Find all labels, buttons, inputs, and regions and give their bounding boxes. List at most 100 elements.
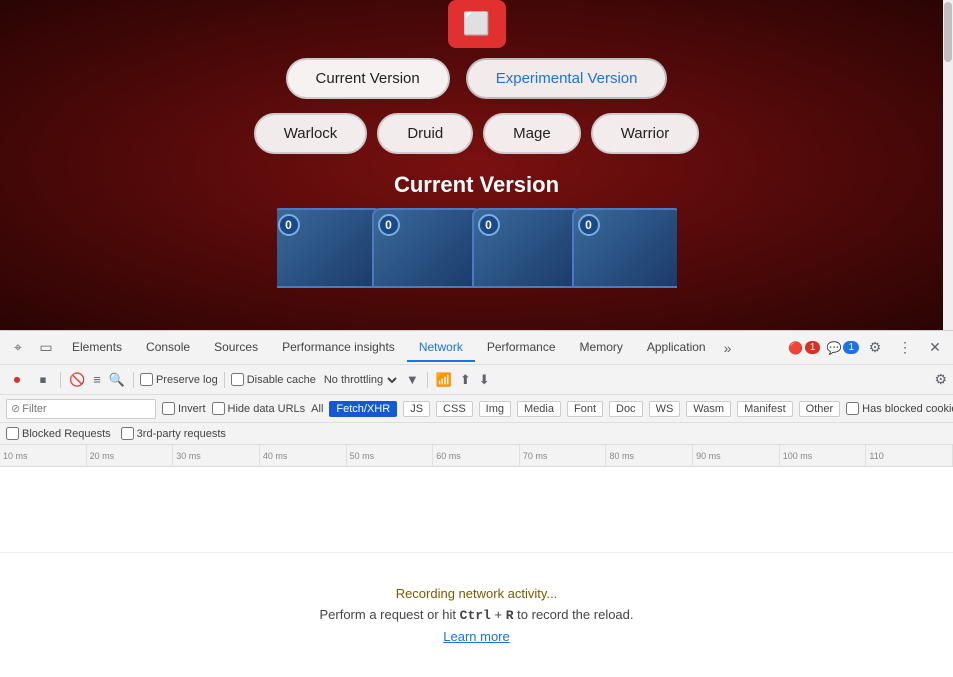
tab-console[interactable]: Console [134, 334, 202, 362]
perform-text-after: to record the reload. [517, 607, 633, 622]
mana-gem-4: 0 [578, 214, 600, 236]
network-toolbar: ⏺ ⏹ 🚫 ≡ 🔍 Preserve log Disable cache No … [0, 365, 953, 395]
error-indicator: 🔴 1 [788, 341, 821, 355]
invert-checkbox[interactable] [162, 402, 175, 415]
preserve-log-checkbox[interactable] [140, 373, 153, 386]
filter-input-container: ⊘ [6, 399, 156, 419]
throttle-select[interactable]: No throttling [320, 373, 400, 387]
has-blocked-cookies-text: Has blocked cookies [862, 403, 953, 415]
filter-search-icon: ⊘ [11, 402, 20, 415]
record-button[interactable]: ⏺ [6, 369, 28, 391]
throttle-dropdown-icon[interactable]: ▼ [404, 370, 421, 389]
recording-text: Recording network activity... [396, 586, 558, 601]
has-blocked-cookies-label[interactable]: Has blocked cookies [846, 402, 953, 415]
wifi-icon[interactable]: 📶 [434, 370, 454, 390]
devtools-close-button[interactable]: ✕ [921, 334, 949, 362]
disable-cache-label[interactable]: Disable cache [231, 373, 316, 386]
disable-cache-checkbox[interactable] [231, 373, 244, 386]
error-badge: 1 [805, 341, 821, 354]
r-key: R [506, 608, 514, 623]
tab-network[interactable]: Network [407, 334, 475, 362]
filter-other[interactable]: Other [799, 401, 841, 417]
tick-40ms: 40 ms [260, 445, 347, 466]
filter-ws[interactable]: WS [649, 401, 681, 417]
preserve-log-label[interactable]: Preserve log [140, 373, 218, 386]
tick-20ms: 20 ms [87, 445, 174, 466]
warrior-button[interactable]: Warrior [591, 113, 700, 154]
perform-text-before: Perform a request or hit [319, 607, 459, 622]
toolbar-separator-3 [224, 372, 225, 388]
blocked-requests-checkbox[interactable] [6, 427, 19, 440]
clear-button[interactable]: 🚫 [67, 370, 87, 390]
disable-cache-text: Disable cache [247, 374, 316, 386]
druid-button[interactable]: Druid [377, 113, 473, 154]
warning-indicator: 💬 1 [826, 341, 859, 355]
blocked-requests-label[interactable]: Blocked Requests [6, 427, 111, 440]
tab-application[interactable]: Application [635, 334, 718, 362]
mana-gem-3: 0 [478, 214, 500, 236]
tab-performance[interactable]: Performance [475, 334, 568, 362]
learn-more-link[interactable]: Learn more [443, 629, 509, 644]
more-tabs-button[interactable]: » [718, 336, 738, 360]
filter-media[interactable]: Media [517, 401, 561, 417]
tab-sources[interactable]: Sources [202, 334, 270, 362]
card-4: 0 [572, 208, 677, 288]
filter-bar: ⊘ Invert Hide data URLs All Fetch/XHR JS… [0, 395, 953, 423]
mana-gem-1: 0 [278, 214, 300, 236]
devtools-tabs: ⌖ ▭ Elements Console Sources Performance… [0, 331, 953, 365]
tick-110: 110 [866, 445, 953, 466]
devtools-more-button[interactable]: ⋮ [891, 334, 919, 362]
warlock-button[interactable]: Warlock [254, 113, 368, 154]
tab-elements[interactable]: Elements [60, 334, 134, 362]
filter-icon[interactable]: ≡ [91, 370, 103, 389]
mage-button[interactable]: Mage [483, 113, 581, 154]
network-settings-icon[interactable]: ⚙ [934, 371, 947, 388]
card-3: 0 [472, 208, 582, 288]
scrollbar-thumb[interactable] [944, 2, 952, 62]
all-label: All [311, 403, 323, 415]
current-version-button[interactable]: Current Version [286, 58, 450, 99]
filter-wasm[interactable]: Wasm [686, 401, 731, 417]
tab-memory[interactable]: Memory [568, 334, 635, 362]
filter-font[interactable]: Font [567, 401, 603, 417]
import-icon[interactable]: ⬆ [458, 370, 473, 390]
network-empty-state: Recording network activity... Perform a … [0, 553, 953, 677]
logo-area: ⬜ [448, 0, 506, 48]
tab-performance-insights[interactable]: Performance insights [270, 334, 407, 362]
filter-css[interactable]: CSS [436, 401, 473, 417]
has-blocked-cookies-checkbox[interactable] [846, 402, 859, 415]
tick-30ms: 30 ms [173, 445, 260, 466]
filter-fetch-xhr[interactable]: Fetch/XHR [329, 401, 397, 417]
blocked-requests-text: Blocked Requests [22, 428, 111, 440]
devtools-settings-button[interactable]: ⚙ [861, 334, 889, 362]
filter-doc[interactable]: Doc [609, 401, 643, 417]
scrollbar[interactable] [943, 0, 953, 330]
preserve-log-text: Preserve log [156, 374, 218, 386]
blocked-requests-bar: Blocked Requests 3rd-party requests [0, 423, 953, 445]
third-party-text: 3rd-party requests [137, 428, 226, 440]
third-party-label[interactable]: 3rd-party requests [121, 427, 226, 440]
version-buttons: Current Version Experimental Version [286, 58, 668, 99]
filter-input[interactable] [22, 403, 152, 415]
devtools-panel: ⌖ ▭ Elements Console Sources Performance… [0, 330, 953, 677]
export-icon[interactable]: ⬇ [477, 370, 492, 390]
toolbar-separator-1 [60, 372, 61, 388]
search-icon[interactable]: 🔍 [107, 370, 127, 390]
select-element-icon[interactable]: ⌖ [4, 334, 32, 362]
third-party-checkbox[interactable] [121, 427, 134, 440]
plus-sign: + [495, 607, 506, 622]
mana-gem-2: 0 [378, 214, 400, 236]
invert-label[interactable]: Invert [162, 402, 206, 415]
filter-manifest[interactable]: Manifest [737, 401, 793, 417]
filter-img[interactable]: Img [479, 401, 511, 417]
timeline-body [0, 467, 953, 553]
card-2: 0 [372, 208, 482, 288]
filter-js[interactable]: JS [403, 401, 430, 417]
hide-data-urls-label[interactable]: Hide data URLs [212, 402, 306, 415]
logo-icon: ⬜ [448, 0, 506, 48]
tick-80ms: 80 ms [606, 445, 693, 466]
hide-data-urls-checkbox[interactable] [212, 402, 225, 415]
device-toolbar-icon[interactable]: ▭ [32, 334, 60, 362]
experimental-version-button[interactable]: Experimental Version [466, 58, 668, 99]
stop-button[interactable]: ⏹ [32, 369, 54, 391]
